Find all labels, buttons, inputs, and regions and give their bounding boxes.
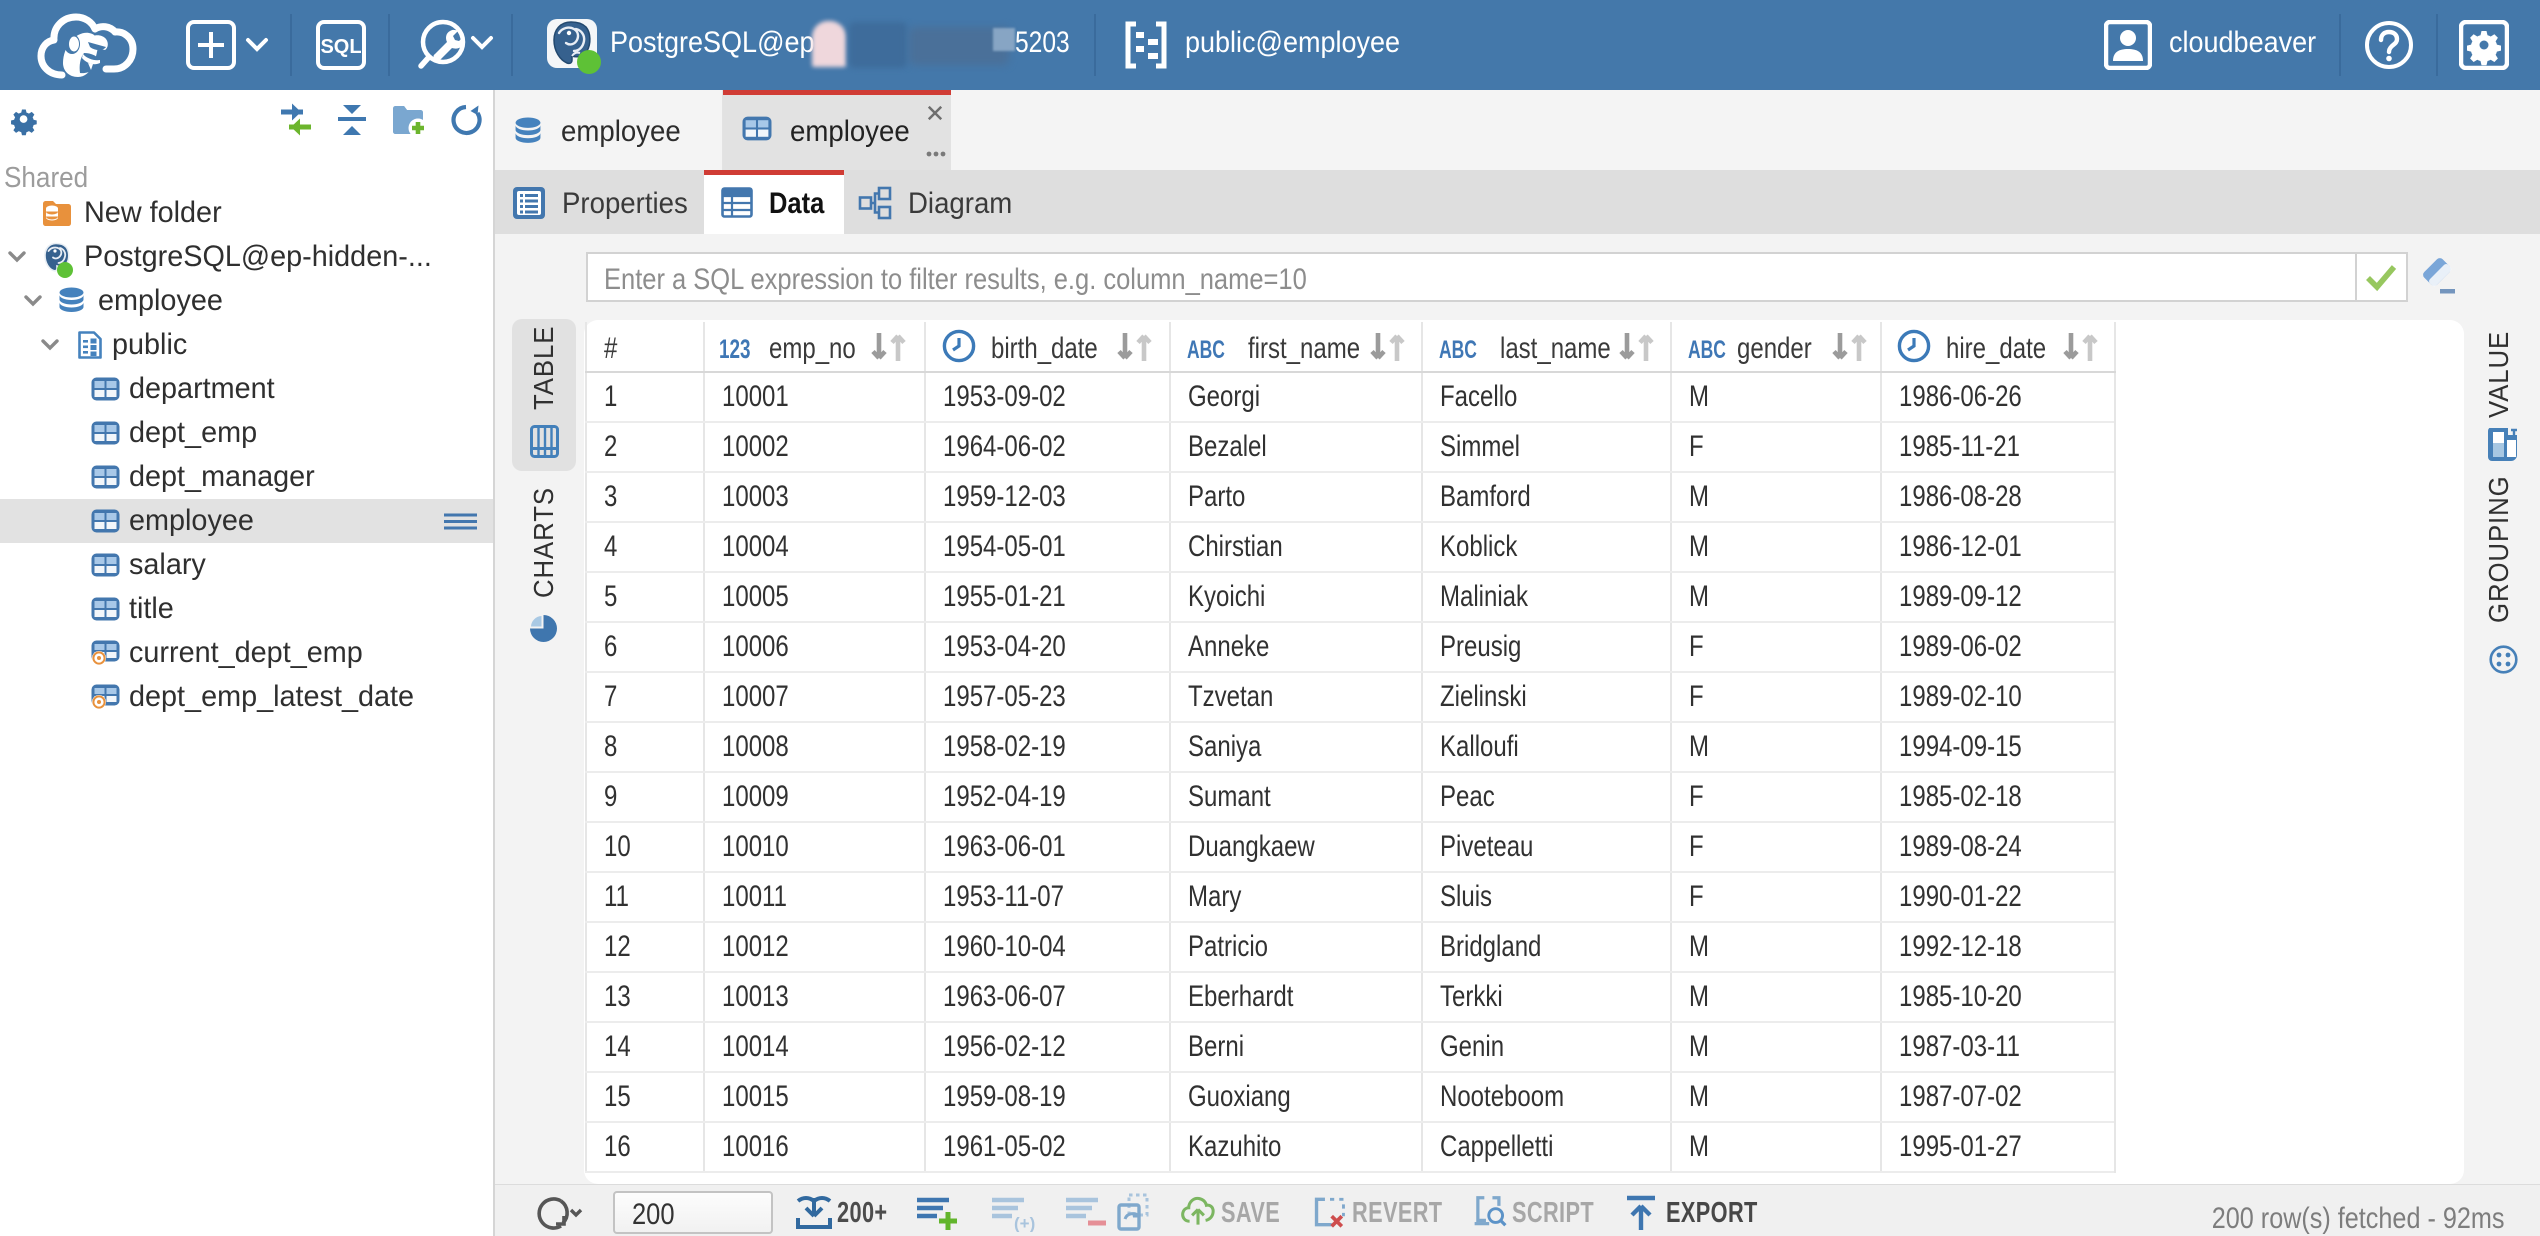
svg-text:SQL: SQL (320, 36, 361, 58)
svg-text:(+): (+) (1014, 1214, 1035, 1232)
